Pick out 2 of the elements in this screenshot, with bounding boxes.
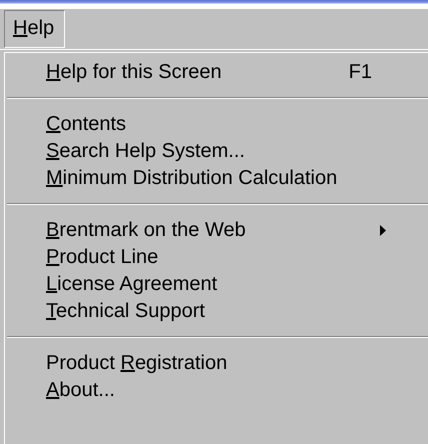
menu-bar-item[interactable]: Help — [4, 10, 66, 48]
submenu-arrow-icon — [380, 225, 386, 236]
